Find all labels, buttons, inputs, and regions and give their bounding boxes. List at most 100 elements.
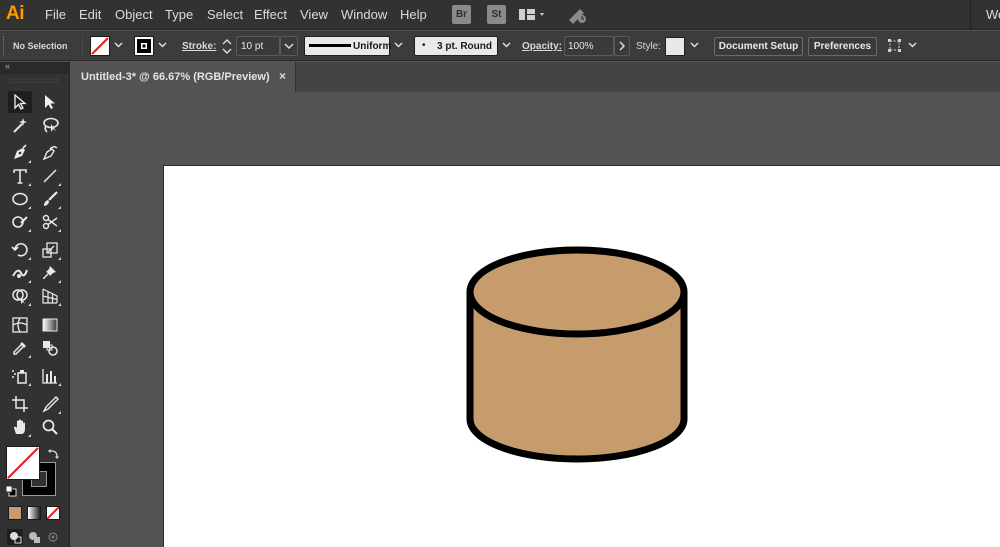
draw-normal-icon: [10, 532, 22, 544]
line-segment-tool[interactable]: [38, 165, 62, 187]
artboard-tool[interactable]: [8, 393, 32, 415]
chevron-down-icon: [284, 43, 294, 50]
menu-edit[interactable]: Edit: [79, 7, 101, 22]
arrange-documents-button[interactable]: [518, 7, 548, 23]
opacity-slider-button[interactable]: [614, 36, 630, 56]
bridge-button[interactable]: Br: [452, 5, 471, 24]
none-mode-button[interactable]: [46, 506, 60, 520]
menu-view[interactable]: View: [300, 7, 328, 22]
zoom-tool[interactable]: [38, 416, 62, 438]
perspective-grid-tool[interactable]: [38, 285, 62, 307]
shape-builder-icon: [12, 289, 28, 304]
eyedropper-tool[interactable]: [8, 337, 32, 359]
workspace-switcher[interactable]: We: [970, 0, 1000, 30]
opacity-field[interactable]: 100%: [564, 36, 614, 56]
draw-inside-button[interactable]: [45, 529, 61, 545]
opacity-label[interactable]: Opacity:: [522, 41, 562, 52]
menu-select[interactable]: Select: [207, 7, 243, 22]
lasso-tool[interactable]: [38, 114, 62, 136]
curvature-tool[interactable]: [38, 142, 62, 164]
document-tab-bar: Untitled-3* @ 66.67% (RGB/Preview) ×: [72, 62, 1000, 92]
selection-tool[interactable]: [8, 91, 32, 113]
blend-tool[interactable]: [38, 337, 62, 359]
hand-tool[interactable]: [8, 416, 32, 438]
profile-dropdown[interactable]: [391, 37, 405, 55]
gradient-tool[interactable]: [38, 314, 62, 336]
puppet-warp-tool[interactable]: [38, 262, 62, 284]
menu-type[interactable]: Type: [165, 7, 193, 22]
canvas-workspace[interactable]: [72, 92, 1000, 547]
stock-button[interactable]: St: [487, 5, 506, 24]
variable-width-profile-field[interactable]: Uniform: [304, 36, 392, 56]
menu-bar: Ai File Edit Object Type Select Effect V…: [0, 0, 1000, 30]
fill-dropdown[interactable]: [111, 37, 125, 55]
gpu-performance-button[interactable]: [566, 5, 590, 25]
stroke-dropdown[interactable]: [155, 37, 169, 55]
mesh-tool[interactable]: [8, 314, 32, 336]
mesh-icon: [12, 317, 28, 333]
blend-icon: [43, 341, 58, 356]
width-tool[interactable]: [8, 262, 32, 284]
hand-icon: [14, 419, 25, 434]
fill-color-large[interactable]: [6, 446, 40, 480]
swap-arrows-icon: [48, 449, 59, 459]
symbol-sprayer-tool[interactable]: [8, 365, 32, 387]
cylinder-shape[interactable]: [466, 246, 688, 463]
chevron-down-icon: [113, 42, 123, 48]
column-graph-tool[interactable]: [38, 365, 62, 387]
menu-window[interactable]: Window: [341, 7, 387, 22]
slice-tool[interactable]: [38, 393, 62, 415]
scissors-tool[interactable]: [38, 211, 62, 233]
preferences-button[interactable]: Preferences: [808, 37, 877, 56]
scale-icon: [42, 242, 58, 258]
stepper-arrows-icon: [222, 39, 232, 54]
graphic-style-swatch[interactable]: [665, 37, 685, 56]
brush-dropdown[interactable]: [499, 37, 513, 55]
graphic-style-dropdown[interactable]: [687, 37, 701, 55]
stroke-label[interactable]: Stroke:: [182, 41, 216, 52]
scale-tool[interactable]: [38, 239, 62, 261]
close-icon[interactable]: ×: [279, 69, 286, 83]
swap-fill-stroke-button[interactable]: [47, 447, 61, 461]
default-fill-stroke-button[interactable]: [5, 485, 17, 497]
color-mode-button[interactable]: [8, 506, 22, 520]
arrange-documents-icon: [519, 9, 544, 20]
tools-panel-grip[interactable]: [0, 74, 70, 88]
stroke-weight-stepper[interactable]: [219, 37, 235, 56]
profile-value: Uniform: [353, 41, 392, 52]
ellipse-tool[interactable]: [8, 188, 32, 210]
document-tab[interactable]: Untitled-3* @ 66.67% (RGB/Preview) ×: [72, 62, 296, 92]
menu-file[interactable]: File: [45, 7, 66, 22]
menu-object[interactable]: Object: [115, 7, 153, 22]
collapse-panel-icon[interactable]: «: [5, 61, 10, 71]
gradient-mode-button[interactable]: [27, 506, 41, 520]
draw-normal-button[interactable]: [7, 529, 23, 545]
menu-effect[interactable]: Effect: [254, 7, 287, 22]
align-options-button[interactable]: [885, 37, 905, 56]
tools-panel-header[interactable]: «: [0, 61, 70, 74]
shape-builder-tool[interactable]: [8, 285, 32, 307]
pen-tool[interactable]: [8, 142, 32, 164]
draw-behind-button[interactable]: [26, 529, 42, 545]
fill-swatch[interactable]: [90, 36, 110, 56]
shaper-tool[interactable]: [8, 211, 32, 233]
magic-wand-tool[interactable]: [8, 114, 32, 136]
paintbrush-tool[interactable]: [38, 188, 62, 210]
rotate-icon: [11, 242, 28, 257]
direct-selection-tool[interactable]: [38, 91, 62, 113]
stroke-swatch[interactable]: [134, 36, 154, 56]
type-tool[interactable]: [8, 165, 32, 187]
app-logo: Ai: [6, 3, 25, 24]
shaper-icon: [12, 216, 28, 228]
brush-definition-field[interactable]: • 3 pt. Round: [414, 36, 498, 56]
artboard[interactable]: [163, 165, 1000, 547]
control-bar-grip[interactable]: [3, 36, 6, 56]
document-setup-button[interactable]: Document Setup: [714, 37, 803, 56]
stroke-weight-field[interactable]: 10 pt: [236, 36, 280, 56]
stroke-weight-dropdown[interactable]: [280, 36, 298, 56]
align-options-dropdown[interactable]: [905, 37, 919, 55]
workspace-label: We: [986, 7, 1000, 22]
menu-help[interactable]: Help: [400, 7, 427, 22]
rotate-tool[interactable]: [8, 239, 32, 261]
brush-value: 3 pt. Round: [437, 41, 492, 52]
